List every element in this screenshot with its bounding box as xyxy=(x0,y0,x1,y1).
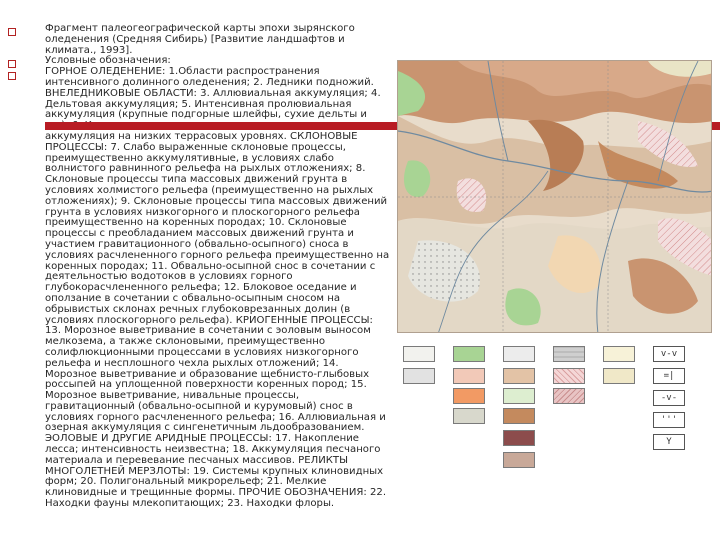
legend-swatch xyxy=(453,408,485,424)
caption-text: Фрагмент палеогеографической карты эпохи… xyxy=(45,23,355,56)
triangle-symbol-icon: -v- xyxy=(653,390,685,406)
wedge-symbol-icon: v-v xyxy=(653,346,685,362)
legend-swatch xyxy=(603,346,635,362)
legend-swatch xyxy=(503,388,535,404)
fauna-symbol-icon: Y xyxy=(653,434,685,450)
legend-swatch xyxy=(553,368,585,384)
legend-swatch xyxy=(503,430,535,446)
legend-swatch xyxy=(403,368,435,384)
legend-swatch xyxy=(503,408,535,424)
legend-swatch xyxy=(553,388,585,404)
legend-swatch xyxy=(503,346,535,362)
legend-swatch xyxy=(503,368,535,384)
crack-symbol-icon: ''' xyxy=(653,412,685,428)
paleogeographic-map xyxy=(397,60,712,333)
legend-swatch xyxy=(453,368,485,384)
legend-swatch xyxy=(403,346,435,362)
legend-description: ГОРНОЕ ОЛЕДЕНЕНИЕ: 1.Области распростран… xyxy=(45,66,390,510)
bullet-icon xyxy=(8,60,16,68)
map-graphic xyxy=(398,61,711,332)
bullet-icon xyxy=(8,72,16,80)
legend-swatch xyxy=(503,452,535,468)
legend-swatch xyxy=(603,368,635,384)
bullet-icon xyxy=(8,28,16,36)
text-column: Фрагмент палеогеографической карты эпохи… xyxy=(45,23,390,510)
polygon-symbol-icon: =| xyxy=(653,368,685,384)
legend-swatch xyxy=(453,346,485,362)
map-legend: v-v =| -v- ''' Y xyxy=(397,340,717,540)
legend-swatch xyxy=(453,388,485,404)
legend-swatch xyxy=(553,346,585,362)
